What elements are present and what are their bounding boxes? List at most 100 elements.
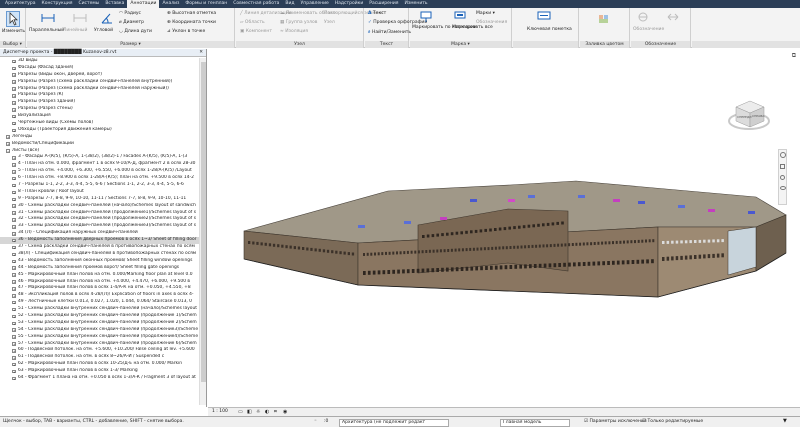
expand-toggle-icon[interactable]: + — [12, 369, 16, 374]
expand-toggle-icon[interactable]: + — [12, 376, 16, 381]
component[interactable]: ▣ Компонент — [240, 29, 272, 34]
expand-toggle-icon[interactable]: + — [12, 73, 16, 78]
expand-toggle-icon[interactable]: + — [12, 225, 16, 229]
tree-item[interactable]: + Разрезы (Виды окон, дверей, ворот) — [0, 72, 200, 79]
tree-item[interactable]: +5 - План на отм. +4.000, +6.300, +6.550… — [0, 168, 200, 175]
tree-item[interactable]: − Листы (все) — [0, 148, 200, 155]
expand-toggle-icon[interactable]: + — [12, 252, 16, 257]
tree-item[interactable]: +37 - Схема раскладки сендвич-панелей в … — [0, 244, 200, 251]
tree-item[interactable]: +61 - Подвесной потолок. на отм. в осях … — [0, 354, 200, 361]
tree-item[interactable]: +54 - Схемы раскладки внутренних сендвич… — [0, 327, 200, 334]
expand-toggle-icon[interactable]: + — [12, 266, 16, 270]
expand-toggle-icon[interactable]: + — [12, 128, 16, 133]
expand-toggle-icon[interactable]: + — [12, 114, 16, 119]
expand-toggle-icon[interactable]: + — [12, 163, 16, 167]
color-fill-icon[interactable] — [598, 14, 610, 24]
tree-item[interactable]: + Ведомости/Спецификации — [0, 141, 200, 148]
arc-length-dimension[interactable]: ◡ Длина дуги — [119, 29, 152, 34]
shadows-icon[interactable]: ◐ — [265, 409, 269, 415]
ribbon-tab[interactable]: Расширения — [366, 0, 401, 8]
tree-item[interactable]: + Разрезы (Разрез (схема раскладки сендви… — [0, 86, 200, 93]
detail-level-icon[interactable]: ▭ — [238, 409, 243, 415]
tree-item[interactable]: +55 - Схемы раскладки внутренних сендвич… — [0, 334, 200, 341]
viewcube[interactable]: СПЕРЕДИ СПРАВА — [726, 95, 772, 133]
expand-toggle-icon[interactable]: + — [6, 142, 10, 146]
modify-button-label[interactable]: Изменить — [2, 29, 25, 34]
tree-item[interactable]: +53 - Схемы раскладки внутренних сендвич… — [0, 320, 200, 327]
expand-toggle-icon[interactable]: + — [12, 156, 16, 160]
aligned-dimension-icon[interactable] — [41, 12, 55, 24]
expand-toggle-icon[interactable]: + — [12, 218, 16, 222]
tree-item[interactable]: +34 (Л) - Спецификация наружных сендвич-… — [0, 230, 200, 237]
tree-item[interactable]: +32 - Схемы раскладки сендвич-панелей (п… — [0, 216, 200, 223]
hide-isolate-icon[interactable]: ◉ — [283, 409, 287, 415]
expand-toggle-icon[interactable]: + — [12, 335, 16, 339]
expand-toggle-icon[interactable]: + — [12, 231, 16, 236]
orbit-icon[interactable] — [779, 186, 786, 190]
design-option-select[interactable]: Главная модель — [500, 418, 570, 427]
tree-item[interactable]: +57 - Схемы раскладки внутренних сендвич… — [0, 341, 200, 348]
ribbon-tab[interactable]: Вставка — [102, 0, 127, 8]
tree-item[interactable]: +7 - Разрезы 1-1, 2-2, 3-3, 4-4, 5-5, 6-… — [0, 182, 200, 189]
scrollbar-thumb[interactable] — [201, 62, 206, 382]
ribbon-tab[interactable]: Конструкция — [39, 0, 76, 8]
tree-item[interactable]: +8 - План кровли / Roof layout — [0, 189, 200, 196]
spot-slope[interactable]: ⊿ Уклон в точке — [167, 29, 205, 34]
3d-view-canvas[interactable]: СПЕРЕДИ СПРАВА ⧉ — [208, 49, 800, 407]
building-model-svg[interactable] — [208, 49, 800, 407]
tree-item[interactable]: + Легенды — [0, 134, 200, 141]
tree-item[interactable]: + Фасады (Фасад здания) — [0, 65, 200, 72]
diameter-dimension[interactable]: ⌀ Диаметр — [119, 20, 144, 25]
visual-style-icon[interactable]: ◧ — [247, 409, 252, 415]
view-scale[interactable]: 1 : 100 — [212, 409, 228, 414]
expand-toggle-icon[interactable]: + — [12, 321, 16, 326]
symbol-icon[interactable] — [637, 11, 649, 23]
expand-toggle-icon[interactable]: + — [12, 328, 16, 333]
detail-group-tool[interactable]: ▦ Группа узлов — [280, 20, 317, 25]
editable-only-checkbox[interactable]: ☐ Только редактируемые — [642, 419, 703, 424]
keynote-label[interactable]: Ключевая пометка — [527, 27, 572, 32]
tag-all-icon[interactable] — [454, 11, 466, 23]
expand-toggle-icon[interactable]: + — [12, 355, 16, 360]
tree-item[interactable]: + Обходы (Траектория движения камеры) — [0, 127, 200, 134]
exclude-options-checkbox[interactable]: ☑ Параметры исключения — [584, 419, 647, 424]
expand-toggle-icon[interactable]: + — [12, 280, 16, 284]
ribbon-tab[interactable]: Вид — [282, 0, 297, 8]
angular-dimension-icon[interactable] — [100, 12, 114, 24]
tree-item[interactable]: + Визуализация — [0, 113, 200, 120]
dimension-group-title[interactable]: Размер ▾ — [27, 41, 234, 48]
radius-dimension[interactable]: ◠ Радиус — [119, 11, 141, 16]
expand-toggle-icon[interactable]: + — [12, 107, 16, 112]
spot-coordinate[interactable]: ⊕ Координата точки — [167, 20, 216, 25]
workset-select[interactable]: Архитектура (не подлежит редакт — [339, 418, 449, 427]
tree-item[interactable]: +38(Л) - Спецификация сендвич-панелей в … — [0, 251, 200, 258]
expand-toggle-icon[interactable]: + — [12, 314, 16, 319]
tree-item[interactable]: + Разрезы (Разрез здания) — [0, 99, 200, 106]
pan-icon[interactable] — [780, 164, 785, 169]
expand-toggle-icon[interactable]: + — [12, 287, 16, 291]
steering-wheel-icon[interactable] — [779, 152, 786, 158]
tree-item[interactable]: +36 - Ведомость заполнения дверных проем… — [0, 237, 200, 245]
tree-item[interactable]: + Разрезы (Разрез (схема раскладки сендви… — [0, 79, 200, 86]
expand-toggle-icon[interactable]: + — [12, 87, 16, 91]
tag-group-title[interactable]: Марка ▾ — [410, 41, 511, 48]
tree-item[interactable]: +64 - Фрагмент 1 плана на отм. +0.050 в … — [0, 375, 200, 382]
ribbon-tab[interactable]: Анализ — [159, 0, 182, 8]
expand-toggle-icon[interactable]: + — [12, 259, 16, 264]
expand-toggle-icon[interactable]: + — [12, 293, 16, 298]
expand-toggle-icon[interactable]: + — [12, 211, 16, 215]
tree-item[interactable]: +9 - Разрезы 7-7, 8-8, 9-9, 10-10, 11-11… — [0, 196, 200, 203]
tree-item[interactable]: +33 - Схемы раскладки сендвич-панелей (п… — [0, 223, 200, 230]
viewcube-right-label[interactable]: СПРАВА — [752, 114, 764, 118]
select-group-title[interactable]: Выбор ▾ — [0, 41, 25, 48]
tree-item[interactable]: +62 - Маркировочный план полов в осях 10… — [0, 361, 200, 368]
angular-dimension-label[interactable]: Угловой — [94, 28, 113, 33]
tree-item[interactable]: +44 - Ведомость заполнения проемов ворот… — [0, 265, 200, 272]
ribbon-tab[interactable]: Аннотации — [127, 0, 160, 8]
tree-item[interactable]: +6 - План на отм. +8.900 в осях 1-28/А-(… — [0, 175, 200, 182]
tree-item[interactable]: +31 - Схемы раскладки сендвич-панелей (п… — [0, 210, 200, 217]
expand-toggle-icon[interactable]: + — [12, 349, 16, 353]
text-tool[interactable]: A Текст — [368, 11, 386, 16]
expand-toggle-icon[interactable]: + — [12, 121, 16, 126]
tree-item[interactable]: +46 - Маркировочный план полов на отм. +… — [0, 279, 200, 286]
